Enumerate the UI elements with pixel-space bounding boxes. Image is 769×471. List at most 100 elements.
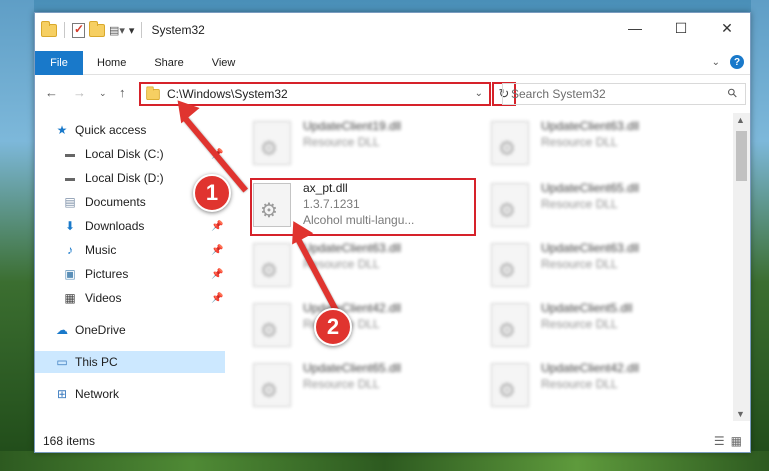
file-description: Resource DLL <box>541 317 618 331</box>
dll-file-icon: ⚙ <box>491 363 529 407</box>
scroll-up-icon[interactable]: ▲ <box>736 115 745 125</box>
sidebar-item-videos[interactable]: ▦ Videos 📌 <box>35 287 225 309</box>
tab-share[interactable]: Share <box>140 51 197 75</box>
file-description: Resource DLL <box>541 197 618 211</box>
navigation-pane: ★ Quick access ▬ Local Disk (C:) 📌 ▬ Loc… <box>35 119 225 419</box>
file-item[interactable]: ⚙ UpdateClient19.dll Resource DLL <box>251 117 481 169</box>
window-title: System32 <box>151 23 205 37</box>
dll-file-icon: ⚙ <box>253 243 291 287</box>
sidebar-item-label: Pictures <box>85 267 129 281</box>
window-controls: — ☐ ✕ <box>612 13 750 43</box>
file-item[interactable]: ⚙ UpdateClient5.dll Resource DLL <box>489 299 719 351</box>
sidebar-item-label: This PC <box>75 355 118 369</box>
pin-icon[interactable]: 📌 <box>211 245 223 256</box>
properties-icon[interactable] <box>72 22 85 38</box>
forward-arrow-icon[interactable]: → <box>73 85 86 100</box>
sidebar-item-label: OneDrive <box>75 323 126 337</box>
star-icon: ★ <box>56 123 68 137</box>
large-icons-view-icon[interactable]: ▦ <box>731 434 742 448</box>
dll-file-icon: ⚙ <box>491 121 529 165</box>
close-button[interactable]: ✕ <box>704 13 750 43</box>
quick-access-toolbar: ▤▾ ▾ <box>35 20 145 38</box>
file-item[interactable]: ⚙ UpdateClient63.dll Resource DLL <box>489 117 719 169</box>
file-item[interactable]: ⚙ UpdateClient65.dll Resource DLL <box>489 179 719 231</box>
file-name: UpdateClient42.dll <box>541 361 640 375</box>
back-arrow-icon[interactable]: ← <box>45 85 58 100</box>
desktop-background-left <box>0 0 34 471</box>
explorer-window: ▤▾ ▾ System32 — ☐ ✕ File Home Share View… <box>34 12 751 453</box>
sidebar-item-downloads[interactable]: ⬇ Downloads 📌 <box>35 215 225 237</box>
sidebar-item-pictures[interactable]: ▣ Pictures 📌 <box>35 263 225 285</box>
download-icon: ⬇ <box>64 219 76 233</box>
pin-icon[interactable]: 📌 <box>211 221 223 232</box>
view-buttons: ☰ ▦ <box>714 434 742 448</box>
file-list: ⚙ UpdateClient19.dll Resource DLL ⚙ Upda… <box>247 113 741 421</box>
dropdown-icon[interactable]: ▾ <box>129 24 135 37</box>
documents-icon: ▤ <box>64 195 76 209</box>
callout-badge-1: 1 <box>193 174 231 212</box>
desktop-background-bottom <box>0 451 769 471</box>
help-icon[interactable]: ? <box>730 55 744 69</box>
search-input[interactable]: Search System32 ⚲ <box>502 83 746 105</box>
vertical-scrollbar[interactable]: ▲ ▼ <box>733 113 750 421</box>
status-bar: 168 items ☰ ▦ <box>35 430 750 452</box>
tab-file[interactable]: File <box>35 50 83 75</box>
new-folder-icon[interactable] <box>89 20 105 37</box>
computer-icon: ▭ <box>56 355 68 369</box>
file-description: Resource DLL <box>303 377 380 391</box>
search-icon: ⚲ <box>724 84 741 102</box>
sidebar-item-local-disk-c[interactable]: ▬ Local Disk (C:) 📌 <box>35 143 225 165</box>
folder-icon <box>146 85 160 100</box>
scrollbar-thumb[interactable] <box>736 131 747 181</box>
sidebar-item-label: Videos <box>85 291 122 305</box>
file-item[interactable]: ⚙ UpdateClient65.dll Resource DLL <box>251 359 481 411</box>
separator <box>64 22 65 38</box>
dll-file-icon: ⚙ <box>491 183 529 227</box>
sidebar-item-label: Local Disk (C:) <box>85 147 164 161</box>
item-count: 168 items <box>43 434 96 448</box>
sidebar-item-label: Network <box>75 387 120 401</box>
sidebar-item-music[interactable]: ♪ Music 📌 <box>35 239 225 261</box>
dll-file-icon: ⚙ <box>253 363 291 407</box>
dll-file-icon: ⚙ <box>253 303 291 347</box>
network-icon: ⊞ <box>56 387 68 401</box>
up-arrow-icon[interactable]: ↑ <box>119 85 126 100</box>
sidebar-item-label: Music <box>85 243 117 257</box>
tab-view[interactable]: View <box>198 51 250 75</box>
scroll-down-icon[interactable]: ▼ <box>736 409 745 419</box>
details-view-icon[interactable]: ☰ <box>714 434 725 448</box>
file-name: UpdateClient63.dll <box>541 241 640 255</box>
file-name: UpdateClient19.dll <box>303 119 402 133</box>
minimize-button[interactable]: — <box>612 13 658 43</box>
expand-ribbon-icon[interactable]: ⌄ <box>712 57 720 68</box>
file-description: Resource DLL <box>541 377 618 391</box>
cloud-icon: ☁ <box>56 323 68 337</box>
drive-icon: ▬ <box>65 172 75 184</box>
sidebar-item-this-pc[interactable]: ▭ This PC <box>35 351 225 373</box>
sidebar-item-onedrive[interactable]: ☁ OneDrive <box>35 319 225 341</box>
file-item[interactable]: ⚙ UpdateClient42.dll Resource DLL <box>251 299 481 351</box>
file-item[interactable]: ⚙ UpdateClient63.dll Resource DLL <box>251 239 481 291</box>
sidebar-item-label: Downloads <box>85 219 145 233</box>
file-name: UpdateClient65.dll <box>303 361 402 375</box>
sidebar-item-label: Quick access <box>75 123 147 137</box>
recent-locations-icon[interactable]: ⌄ <box>99 88 107 99</box>
sidebar-item-label: Documents <box>85 195 146 209</box>
pin-icon[interactable]: 📌 <box>211 269 223 280</box>
music-icon: ♪ <box>67 243 73 257</box>
maximize-button[interactable]: ☐ <box>658 13 704 43</box>
callout-badge-2: 2 <box>314 308 352 346</box>
file-item[interactable]: ⚙ UpdateClient42.dll Resource DLL <box>489 359 719 411</box>
pin-icon[interactable]: 📌 <box>211 293 223 304</box>
search-placeholder: Search System32 <box>511 87 606 101</box>
ribbon-right: ⌄ ? <box>712 55 744 69</box>
chevron-down-icon[interactable]: ⌄ <box>475 88 483 99</box>
file-item[interactable]: ⚙ UpdateClient63.dll Resource DLL <box>489 239 719 291</box>
file-name: UpdateClient63.dll <box>303 241 402 255</box>
customize-icon[interactable]: ▤▾ <box>109 24 125 37</box>
file-description: Resource DLL <box>541 257 618 271</box>
file-name: UpdateClient42.dll <box>303 301 402 315</box>
tab-home[interactable]: Home <box>83 51 140 75</box>
address-row: ← → ⌄ ↑ C:\Windows\System32 ⌄ ↻ Search S… <box>35 81 750 107</box>
sidebar-item-network[interactable]: ⊞ Network <box>35 383 225 405</box>
